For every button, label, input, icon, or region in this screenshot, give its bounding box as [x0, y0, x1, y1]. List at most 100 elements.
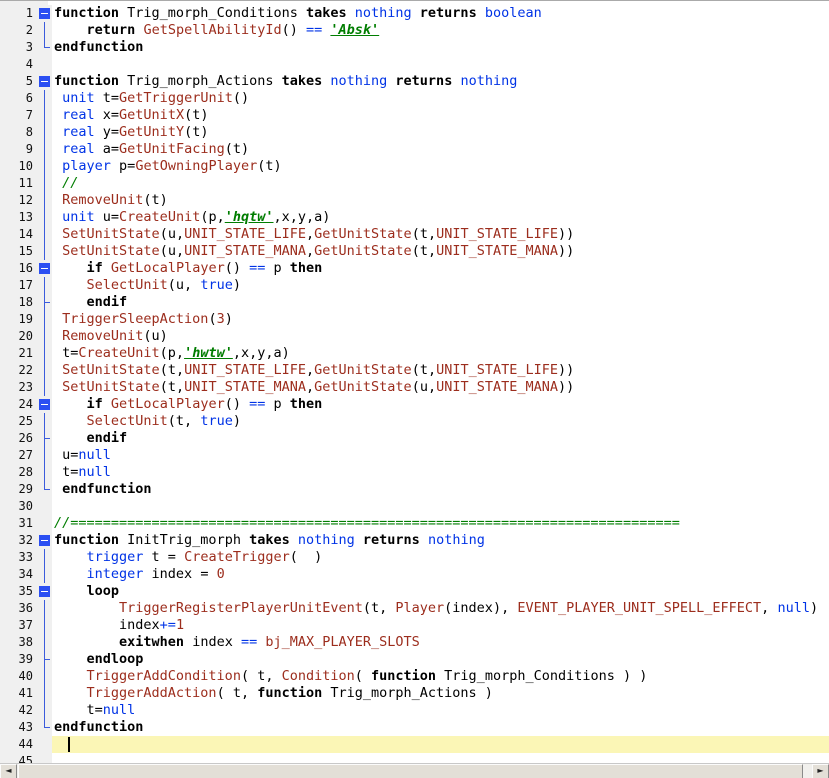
fold-margin — [37, 141, 52, 158]
code-text[interactable]: RemoveUnit(t) — [52, 192, 829, 209]
code-text[interactable]: unit t=GetTriggerUnit() — [52, 90, 829, 107]
code-line: 25 SelectUnit(t, true) — [0, 413, 829, 430]
fold-collapse-icon[interactable] — [37, 5, 52, 22]
code-token: UNIT_STATE_LIFE — [436, 226, 558, 242]
code-text[interactable]: TriggerAddAction( t, function Trig_morph… — [52, 685, 829, 702]
code-text[interactable]: endif — [52, 430, 829, 447]
code-text[interactable]: exitwhen index == bj_MAX_PLAYER_SLOTS — [52, 634, 829, 651]
line-number: 19 — [0, 311, 37, 328]
code-token: TriggerRegisterPlayerUnitEvent — [119, 600, 363, 616]
code-text[interactable] — [52, 736, 829, 753]
code-text[interactable]: endfunction — [52, 481, 829, 498]
code-token: == — [249, 396, 266, 412]
code-text[interactable]: TriggerRegisterPlayerUnitEvent(t, Player… — [52, 600, 829, 617]
code-text[interactable]: real a=GetUnitFacing(t) — [52, 141, 829, 158]
code-text[interactable]: function Trig_morph_Actions takes nothin… — [52, 73, 829, 90]
line-number: 40 — [0, 668, 37, 685]
code-line: 4 — [0, 56, 829, 73]
code-text[interactable]: SetUnitState(t,UNIT_STATE_LIFE,GetUnitSt… — [52, 362, 829, 379]
code-text[interactable]: endfunction — [52, 719, 829, 736]
line-number: 32 — [0, 532, 37, 549]
code-text[interactable]: real y=GetUnitY(t) — [52, 124, 829, 141]
code-text[interactable]: t=null — [52, 702, 829, 719]
code-token: () — [281, 22, 306, 38]
code-text[interactable] — [52, 498, 829, 515]
line-number: 18 — [0, 294, 37, 311]
code-token: endif — [86, 294, 128, 310]
code-token: (u, — [159, 226, 185, 242]
code-token: Trig_morph_Actions — [119, 73, 282, 89]
code-line: 29 endfunction — [0, 481, 829, 498]
fold-collapse-icon[interactable] — [37, 73, 52, 90]
code-text[interactable]: SetUnitState(u,UNIT_STATE_LIFE,GetUnitSt… — [52, 226, 829, 243]
code-text[interactable]: real x=GetUnitX(t) — [52, 107, 829, 124]
code-text[interactable]: loop — [52, 583, 829, 600]
line-number: 35 — [0, 583, 37, 600]
code-text[interactable]: if GetLocalPlayer() == p then — [52, 260, 829, 277]
code-text[interactable]: t=CreateUnit(p,'hwtw',x,y,a) — [52, 345, 829, 362]
code-token: endloop — [86, 651, 144, 667]
code-token: , — [306, 362, 315, 378]
code-text[interactable]: endloop — [52, 651, 829, 668]
code-text[interactable]: function Trig_morph_Conditions takes not… — [52, 5, 829, 22]
fold-collapse-icon[interactable] — [37, 583, 52, 600]
code-text[interactable]: if GetLocalPlayer() == p then — [52, 396, 829, 413]
code-text[interactable]: unit u=CreateUnit(p,'hqtw',x,y,a) — [52, 209, 829, 226]
code-token: SelectUnit — [86, 277, 168, 293]
fold-margin — [37, 328, 52, 345]
code-text[interactable]: endfunction — [52, 39, 829, 56]
fold-collapse-icon[interactable] — [37, 532, 52, 549]
code-token: TriggerAddCondition — [86, 668, 241, 684]
code-token: (p, — [159, 345, 185, 361]
code-line: 37 index+=1 — [0, 617, 829, 634]
fold-margin — [37, 702, 52, 719]
code-text[interactable]: function InitTrig_morph takes nothing re… — [52, 532, 829, 549]
fold-margin — [37, 294, 52, 311]
code-token: u= — [54, 447, 79, 463]
code-line: 18 endif — [0, 294, 829, 311]
fold-margin — [37, 668, 52, 685]
fold-collapse-icon[interactable] — [37, 260, 52, 277]
line-number: 5 — [0, 73, 37, 90]
code-token: p — [265, 396, 290, 412]
code-text[interactable]: //======================================… — [52, 515, 829, 532]
scroll-right-button[interactable]: ► — [812, 764, 829, 778]
code-text[interactable]: t=null — [52, 464, 829, 481]
code-text[interactable]: SelectUnit(t, true) — [52, 413, 829, 430]
scroll-left-button[interactable]: ◄ — [0, 764, 17, 778]
line-number: 7 — [0, 107, 37, 124]
code-token: bj_MAX_PLAYER_SLOTS — [265, 634, 420, 650]
code-text[interactable]: TriggerAddCondition( t, Condition( funct… — [52, 668, 829, 685]
code-text[interactable]: // — [52, 175, 829, 192]
code-text[interactable]: trigger t = CreateTrigger( ) — [52, 549, 829, 566]
code-text[interactable]: SelectUnit(u, true) — [52, 277, 829, 294]
code-text[interactable]: integer index = 0 — [52, 566, 829, 583]
code-text[interactable]: return GetSpellAbilityId() == 'Absk' — [52, 22, 829, 39]
code-text[interactable]: u=null — [52, 447, 829, 464]
code-text[interactable]: RemoveUnit(u) — [52, 328, 829, 345]
code-text[interactable]: index+=1 — [52, 617, 829, 634]
code-text[interactable]: SetUnitState(t,UNIT_STATE_MANA,GetUnitSt… — [52, 379, 829, 396]
scrollbar-thumb[interactable] — [18, 764, 803, 778]
code-text[interactable]: TriggerSleepAction(3) — [52, 311, 829, 328]
code-token: GetUnitX — [119, 107, 185, 123]
code-token: 'Absk' — [330, 22, 380, 38]
code-text[interactable]: endif — [52, 294, 829, 311]
code-area[interactable]: 1 function Trig_morph_Conditions takes no… — [0, 5, 829, 764]
code-token: function — [54, 532, 120, 548]
line-number: 8 — [0, 124, 37, 141]
fold-margin — [37, 736, 52, 753]
code-token: real — [62, 124, 95, 140]
code-token: then — [289, 396, 323, 412]
scrollbar-track[interactable] — [17, 764, 812, 778]
code-text[interactable]: player p=GetOwningPlayer(t) — [52, 158, 829, 175]
fold-margin — [37, 362, 52, 379]
code-token: UNIT_STATE_LIFE — [184, 362, 306, 378]
code-text[interactable] — [52, 56, 829, 73]
fold-margin — [37, 277, 52, 294]
fold-collapse-icon[interactable] — [37, 396, 52, 413]
code-text[interactable]: SetUnitState(u,UNIT_STATE_MANA,GetUnitSt… — [52, 243, 829, 260]
code-token: null — [78, 447, 111, 463]
